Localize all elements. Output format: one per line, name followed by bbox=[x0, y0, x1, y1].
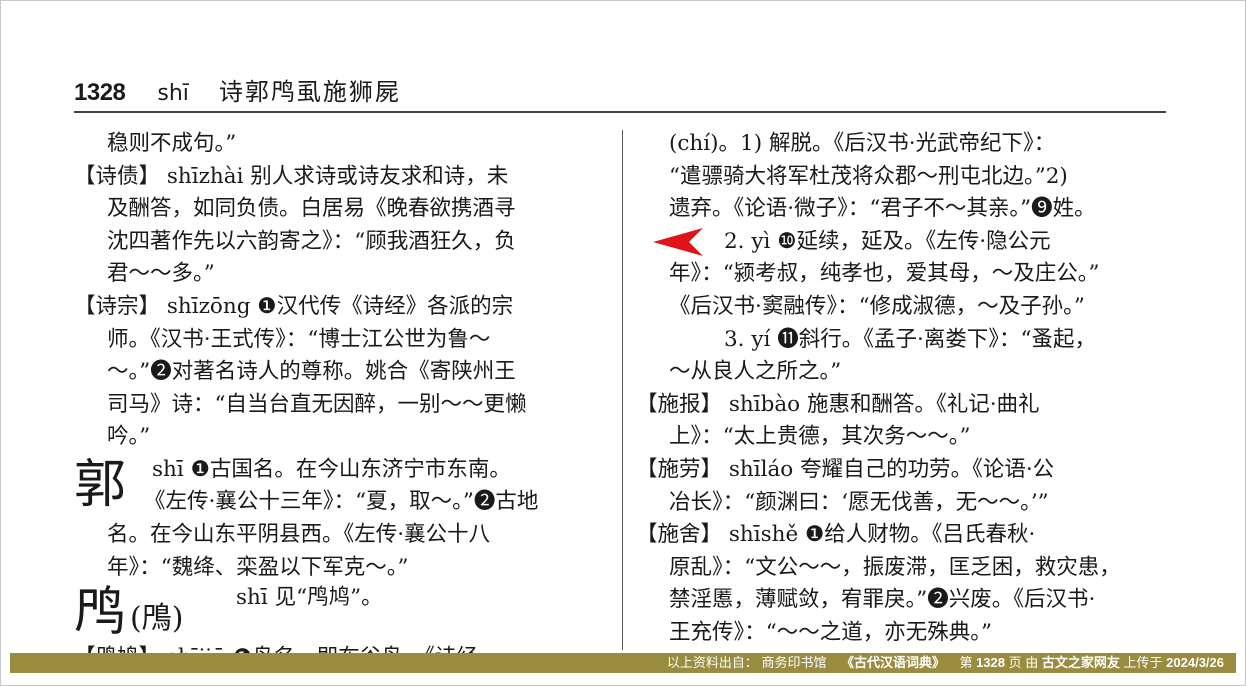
header-pinyin: shī bbox=[157, 81, 189, 106]
footer-upload-label: 上传于 bbox=[1123, 655, 1163, 670]
head-entry-shi-bu: 郭 shī ❶古国名。在今山东济宁市东南。 《左传·襄公十三年》：“夏，取～。”… bbox=[74, 454, 610, 519]
footer-page-number: 1328 bbox=[976, 655, 1005, 670]
entry-line: 【施舍】 shīshě ❶给人财物。《吕氏春秋· bbox=[636, 522, 1036, 548]
entry-line: 【施报】 shībào 施惠和酬答。《礼记·曲礼 bbox=[636, 391, 1040, 417]
text-line: 年》：“颍考叔，纯孝也，爱其母，～及庄公。” bbox=[669, 261, 1100, 287]
entry-line: 【施劳】 shīláo 夸耀自己的功劳。《论语·公 bbox=[636, 456, 1055, 482]
header-rule bbox=[74, 111, 1166, 113]
red-arrow-icon bbox=[653, 228, 703, 256]
footer-page-prefix: 第 bbox=[959, 655, 973, 670]
text-line: 《后汉书·窦融传》：“修成淑德，～及子孙。” bbox=[669, 293, 1085, 319]
text-line: 沈四著作先以六韵寄之》：“顾我酒狂久，负 bbox=[107, 228, 516, 254]
text-line: 司马》诗：“自当台直无因醉，一别～～更懒 bbox=[107, 391, 527, 417]
text-line: 吟。” bbox=[107, 424, 151, 450]
source-footer: 以上资料出自： 商务印书馆 《古代汉语词典》 第 1328 页 由 古文之家网友… bbox=[10, 653, 1236, 673]
footer-prefix: 以上资料出自： bbox=[666, 655, 758, 670]
footer-date: 2024/3/26 bbox=[1166, 655, 1224, 670]
text-line: 《左传·襄公十三年》：“夏，取～。”❷古地 bbox=[144, 488, 539, 514]
footer-uploader[interactable]: 古文之家网友 bbox=[1042, 655, 1120, 670]
text-line: 名。在今山东平阴县西。《左传·襄公十八 bbox=[107, 521, 491, 547]
text-line: 君～～多。” bbox=[107, 261, 215, 287]
footer-page-suffix: 页 由 bbox=[1008, 655, 1039, 670]
page-number: 1328 bbox=[74, 79, 126, 106]
text-line: ～从良人之所之。” bbox=[669, 359, 842, 385]
text-line: 2. yì ❿延续，延及。《左传·隐公元 bbox=[724, 228, 1051, 254]
header-characters: 诗郭鸤虱施狮屍 bbox=[218, 78, 401, 106]
entry-line: 【诗债】 shīzhài 别人求诗或诗友求和诗，未 bbox=[74, 163, 509, 189]
text-line: 禁淫慝，薄赋敛，宥罪戾。”❷兴废。《后汉书· bbox=[669, 587, 1096, 613]
text-line: 王充传》：“～～之道，亦无殊典。” bbox=[669, 619, 992, 645]
entry-line: 【诗宗】 shīzōng ❶汉代传《诗经》各派的宗 bbox=[74, 293, 514, 319]
text-line: 师。《汉书·王式传》：“博士江公世为鲁～ bbox=[107, 326, 491, 352]
page-header: 1328 shī 诗郭鸤虱施狮屍 bbox=[74, 72, 401, 106]
text-line: 遗弃。《论语·微子》：“君子不～其亲。”❾姓。 bbox=[669, 196, 1096, 222]
text-line: ～。”❷对著名诗人的尊称。姚合《寄陕州王 bbox=[107, 359, 516, 385]
right-column: (chí)。1) 解脱。《后汉书·光武帝纪下》： “遣骠骑大将军杜茂将众郡～刑屯… bbox=[636, 128, 1166, 660]
text-line: “遣骠骑大将军杜茂将众郡～刑屯北边。”2) bbox=[669, 163, 1068, 189]
column-divider bbox=[622, 130, 623, 650]
text-line: 上》：“太上贵德，其次务～～。” bbox=[669, 424, 971, 450]
text-line: 及酬答，如同负债。白居易《晚春欲携酒寻 bbox=[107, 196, 516, 222]
traditional-form: (鳲) bbox=[130, 601, 184, 637]
text-line: 稳则不成句。” bbox=[107, 131, 237, 156]
text-line: 原乱》：“文公～～，振废滞，匡乏困，救灾患， bbox=[669, 554, 1121, 580]
text-line: shī 见“鸤鸠”。 bbox=[236, 585, 383, 611]
left-column: 稳则不成句。” 【诗债】 shīzhài 别人求诗或诗友求和诗，未 及酬答，如同… bbox=[74, 128, 610, 656]
footer-publisher: 商务印书馆 bbox=[761, 655, 827, 670]
head-character: 郭 bbox=[74, 454, 127, 515]
text-line: 冶长》：“颜渊曰：‘愿无伐善，无～～。’” bbox=[669, 489, 1049, 515]
head-entry-shi-niao: 鸤 (鳲) shī 见“鸤鸠”。 bbox=[74, 584, 610, 642]
text-line: 3. yí ⓫斜行。《孟子·离娄下》：“蚤起， bbox=[724, 326, 1097, 352]
text-line: (chí)。1) 解脱。《后汉书·光武帝纪下》： bbox=[669, 131, 1056, 156]
footer-book-title[interactable]: 《古代汉语词典》 bbox=[841, 655, 945, 670]
text-line: shī ❶古国名。在今山东济宁市东南。 bbox=[152, 456, 511, 482]
text-line: 年》：“魏绛、栾盈以下军克～。” bbox=[107, 554, 409, 580]
